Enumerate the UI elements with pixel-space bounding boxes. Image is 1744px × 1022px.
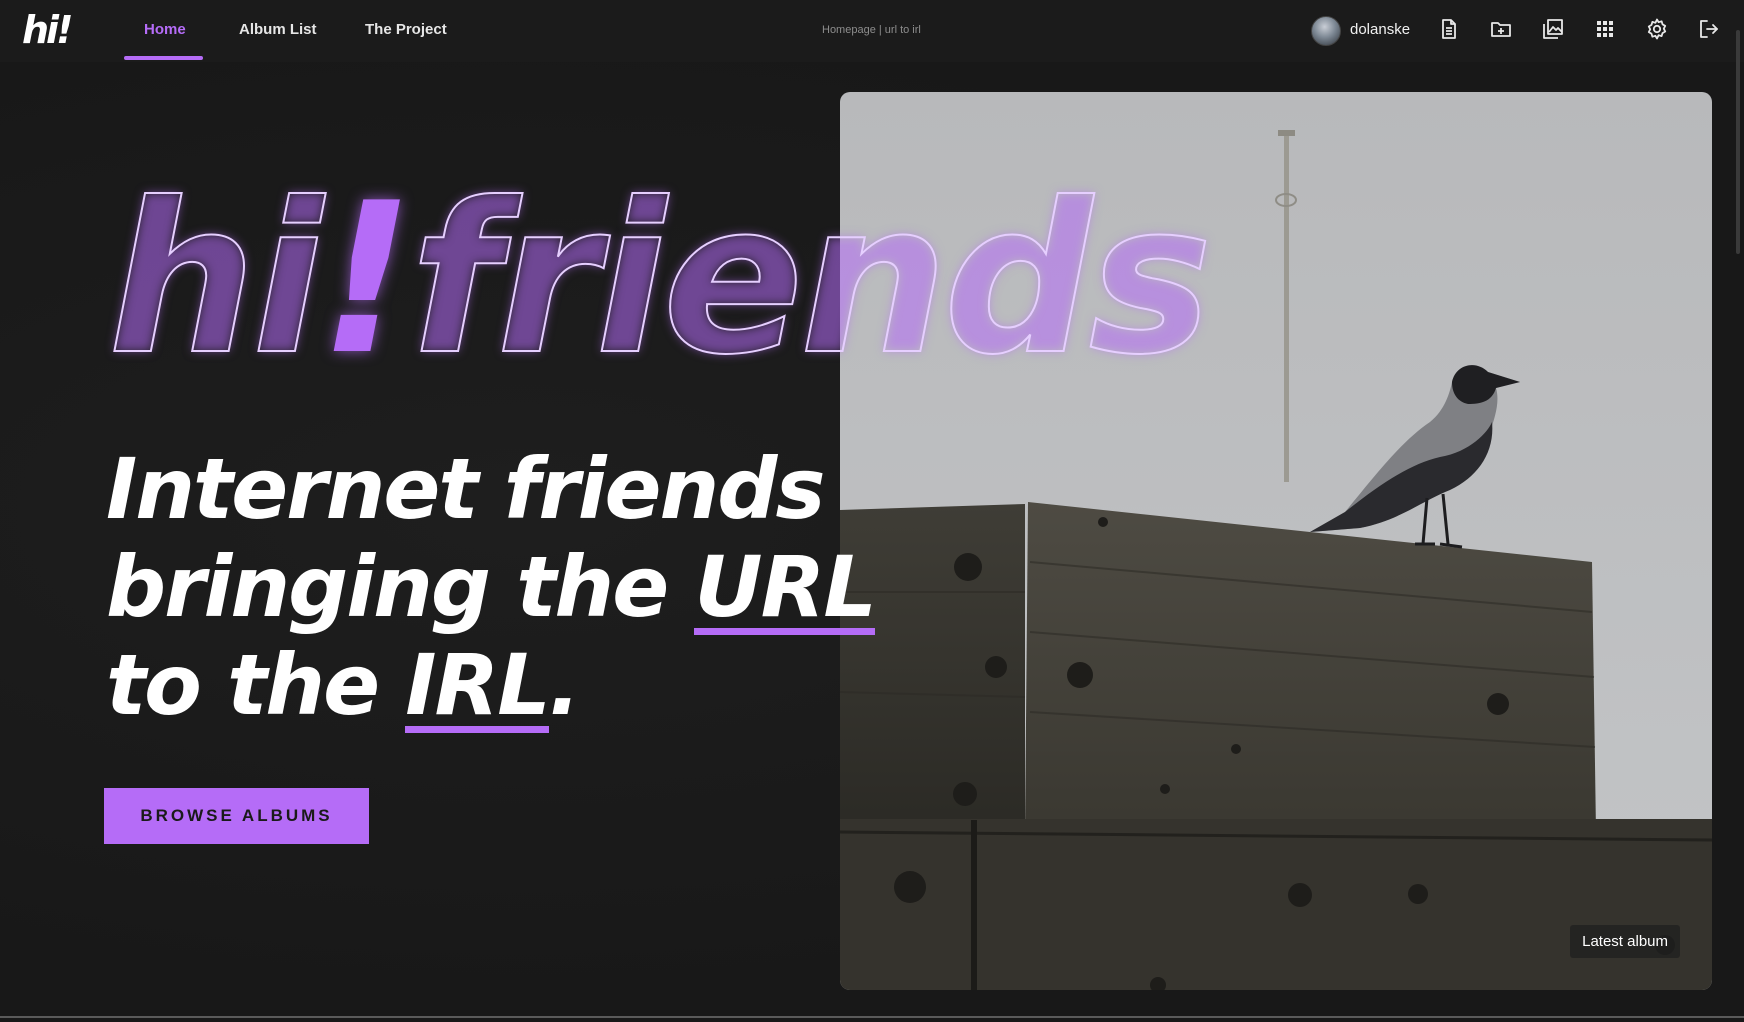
page-subtitle: Homepage | url to irl xyxy=(822,24,921,36)
images-icon[interactable] xyxy=(1541,17,1565,41)
gear-icon[interactable] xyxy=(1645,17,1669,41)
hero-title: hi!friends xyxy=(107,174,1213,386)
browse-albums-button[interactable]: BROWSE ALBUMS xyxy=(104,788,369,844)
tagline-irl-highlight: IRL xyxy=(405,636,551,734)
username[interactable]: dolanske xyxy=(1350,20,1410,40)
top-nav: hi! Home Album List The Project Homepage… xyxy=(0,0,1744,62)
folder-add-icon[interactable] xyxy=(1489,17,1513,41)
active-tab-indicator xyxy=(124,56,203,60)
hero-tagline: Internet friends bringing the URL to the… xyxy=(106,440,877,734)
tagline-line-2: bringing the URL xyxy=(106,538,877,636)
nav-link-album-list[interactable]: Album List xyxy=(239,19,317,41)
site-logo[interactable]: hi! xyxy=(22,8,73,52)
tagline-url-highlight: URL xyxy=(694,538,877,636)
bottom-divider xyxy=(0,1016,1744,1018)
avatar[interactable] xyxy=(1311,16,1341,46)
tagline-line-3-suffix: . xyxy=(548,636,581,734)
tagline-line-1: Internet friends xyxy=(106,440,825,538)
latest-album-badge[interactable]: Latest album xyxy=(1570,925,1680,958)
logout-icon[interactable] xyxy=(1697,17,1721,41)
hero-title-hi: hi xyxy=(107,159,324,401)
tagline-line-3-prefix: to the xyxy=(106,636,406,734)
document-icon[interactable] xyxy=(1437,17,1461,41)
tagline-line-2-prefix: bringing the xyxy=(106,538,695,636)
grid-icon[interactable] xyxy=(1593,17,1617,41)
nav-link-the-project[interactable]: The Project xyxy=(365,19,447,41)
nav-link-home[interactable]: Home xyxy=(144,19,186,41)
hero-title-bang: ! xyxy=(319,159,414,401)
hero-title-friends: friends xyxy=(409,159,1213,401)
scrollbar[interactable] xyxy=(1736,30,1740,254)
tagline-line-3: to the IRL. xyxy=(106,636,875,734)
page: hi! Home Album List The Project Homepage… xyxy=(0,0,1744,1022)
